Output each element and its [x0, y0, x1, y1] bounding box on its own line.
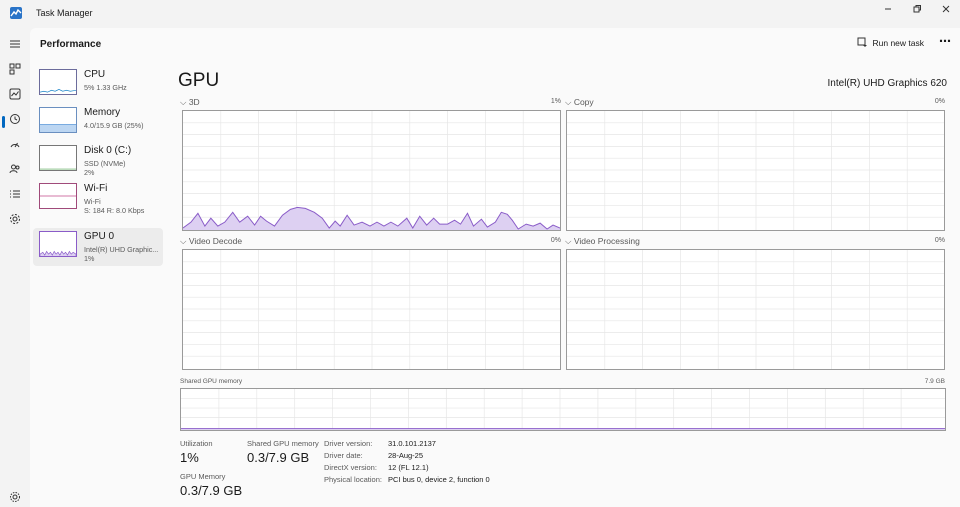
utilization-label: Utilization [180, 439, 213, 448]
driver-version-value: 31.0.101.2137 [388, 439, 436, 448]
directx-version-value: 12 (FL 12.1) [388, 463, 429, 472]
shared-memory-label: Shared GPU memory [247, 439, 319, 448]
window-title: Task Manager [36, 8, 93, 18]
device-detail: SSD (NVMe) [84, 159, 126, 168]
driver-version-label: Driver version: [324, 439, 373, 448]
graph-decode-name: Video Decode [188, 236, 243, 246]
graph-grid [567, 250, 944, 369]
device-name: CPU [84, 69, 106, 80]
run-task-icon [857, 37, 866, 47]
nav-app-history[interactable] [5, 109, 25, 129]
device-name: Wi-Fi [84, 183, 108, 194]
memory-thumbnail [39, 107, 77, 133]
page-title: Performance [40, 39, 102, 50]
minimize-button[interactable] [872, 0, 904, 18]
device-name: Memory [84, 107, 121, 118]
device-detail: 5% 1.33 GHz [84, 83, 127, 92]
wifi-thumbnail [39, 183, 77, 209]
settings-icon [10, 492, 20, 502]
run-new-task-button[interactable]: Run new task [857, 37, 925, 48]
graph-grid [183, 250, 560, 369]
details-icon [10, 190, 20, 198]
nav-services[interactable] [5, 209, 25, 229]
device-wifi[interactable]: Wi-Fi Wi-Fi S: 184 R: 8.0 Kbps [33, 180, 163, 218]
physical-location-label: Physical location: [324, 475, 382, 484]
restore-icon [913, 5, 921, 13]
close-button[interactable] [930, 0, 960, 18]
gpu-title: GPU [178, 70, 220, 91]
nav-startup-apps[interactable] [5, 134, 25, 154]
shared-memory-value: 0.3/7.9 GB [247, 450, 310, 465]
graph-decode-label[interactable]: ⌵ Video Decode [180, 236, 242, 247]
app-history-icon [10, 114, 20, 124]
graph-processing-percent: 0% [934, 237, 945, 244]
directx-version-label: DirectX version: [324, 463, 377, 472]
page-header: Performance Run new task ⋯ [30, 28, 960, 60]
physical-location-value: PCI bus 0, device 2, function 0 [388, 475, 490, 484]
run-new-task-label: Run new task [872, 37, 925, 48]
content-area: CPU 5% 1.33 GHz Memory 4.0/15.9 GB (25%)… [30, 60, 960, 507]
graph-decode-percent: 0% [550, 237, 561, 244]
graph-grid [181, 389, 945, 430]
graph-video-decode [182, 249, 561, 370]
menu-icon [10, 40, 20, 48]
nav-users[interactable] [5, 159, 25, 179]
driver-date-value: 28-Aug-25 [388, 451, 424, 460]
device-detail-2: 2% [84, 168, 95, 177]
maximize-button[interactable] [901, 0, 933, 18]
device-cpu[interactable]: CPU 5% 1.33 GHz [33, 66, 163, 104]
gpu-3d-usage-area [183, 207, 560, 230]
task-manager-app-icon [10, 7, 22, 19]
device-memory[interactable]: Memory 4.0/15.9 GB (25%) [33, 104, 163, 142]
more-options-button[interactable]: ⋯ [939, 34, 952, 48]
gpu-memory-value: 0.3/7.9 GB [180, 483, 243, 498]
users-icon [9, 164, 20, 174]
nav-settings[interactable] [5, 487, 25, 507]
graph-copy-name: Copy [573, 97, 594, 107]
graph-3d-name: 3D [188, 97, 200, 107]
device-detail: Intel(R) UHD Graphic... [84, 245, 159, 254]
device-detail-2: S: 184 R: 8.0 Kbps [84, 206, 145, 215]
disk-thumbnail [39, 145, 77, 171]
graph-processing-label[interactable]: ⌵ Video Processing [565, 236, 640, 247]
nav-processes[interactable] [5, 59, 25, 79]
graph-processing-name: Video Processing [573, 236, 640, 246]
device-disk[interactable]: Disk 0 (C:) SSD (NVMe) 2% [33, 142, 163, 180]
graph-3d [182, 110, 561, 231]
cpu-thumbnail [39, 69, 77, 95]
gpu-thumbnail [39, 231, 77, 257]
graph-copy-label[interactable]: ⌵ Copy [565, 97, 594, 108]
close-icon [942, 5, 950, 13]
device-name: Disk 0 (C:) [84, 145, 132, 156]
nav-details[interactable] [5, 184, 25, 204]
nav-rail [0, 28, 30, 507]
graph-video-processing [566, 249, 945, 370]
driver-date-label: Driver date: [324, 451, 363, 460]
graph-copy-percent: 0% [934, 98, 945, 105]
startup-apps-icon [10, 142, 20, 148]
graph-shared-max: 7.9 GB [924, 378, 945, 385]
gpu-memory-label: GPU Memory [180, 472, 226, 481]
utilization-value: 1% [180, 450, 199, 465]
device-gpu[interactable]: GPU 0 Intel(R) UHD Graphic... 1% [33, 228, 163, 266]
nav-menu-button[interactable] [5, 34, 25, 54]
graph-copy [566, 110, 945, 231]
minimize-icon [885, 8, 891, 10]
device-detail: 4.0/15.9 GB (25%) [84, 121, 144, 130]
services-icon [10, 214, 20, 224]
performance-icon [9, 88, 21, 100]
graph-shared-label: Shared GPU memory [180, 378, 243, 385]
graph-3d-percent: 1% [550, 98, 561, 105]
device-detail-2: 1% [84, 254, 95, 263]
graph-shared-gpu-memory [180, 388, 946, 431]
device-detail: Wi-Fi [84, 197, 101, 206]
device-name: GPU 0 [84, 231, 115, 242]
gpu-model: Intel(R) UHD Graphics 620 [827, 78, 947, 89]
graph-grid [567, 111, 944, 230]
graph-3d-label[interactable]: ⌵ 3D [180, 97, 200, 108]
processes-icon [9, 63, 21, 75]
nav-performance[interactable] [5, 84, 25, 104]
title-bar: Task Manager [0, 0, 960, 28]
graph-grid [183, 111, 560, 230]
